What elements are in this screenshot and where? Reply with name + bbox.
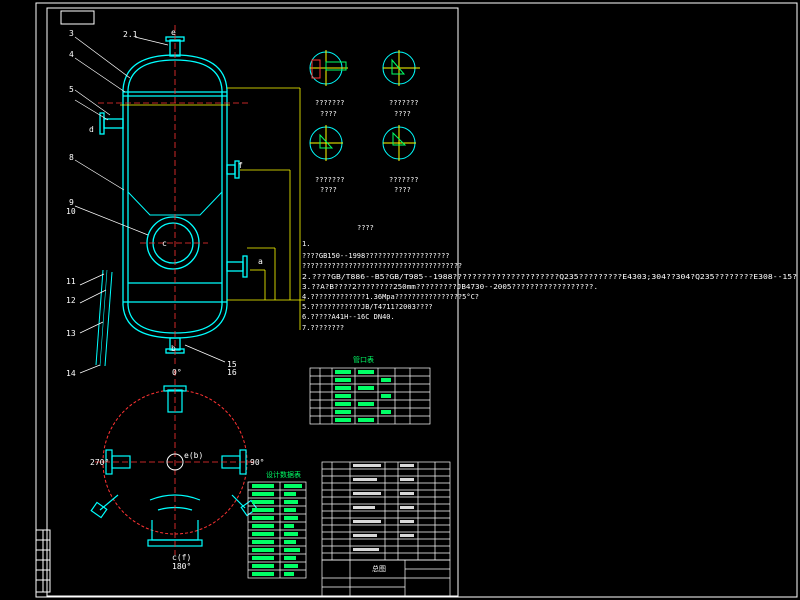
part-label-10: 10 — [66, 207, 76, 216]
nozzle-a — [226, 261, 244, 272]
note-line-4: 2.????GB/T886--B5?GB/T985--1988?????????… — [302, 273, 797, 281]
note-line-7: 5.????????????JB/T4711?2003???? — [302, 303, 433, 311]
drawing-number-box — [60, 10, 95, 25]
technical-notes: ???? 1. ????GB150--1998?????????????????… — [302, 224, 797, 332]
vessel-front-view — [95, 36, 248, 367]
part-label-11: 11 — [66, 277, 76, 286]
part-label-16: 16 — [227, 368, 237, 377]
title-block-name: 总图 — [372, 564, 386, 573]
sheet-border-left — [46, 7, 459, 597]
note-line-1: 1. — [302, 240, 310, 248]
design-table-title: 设计数据表 — [266, 470, 301, 479]
nozzle-table: 管口表 — [309, 355, 431, 425]
nozzle-letter-b: b — [171, 344, 176, 353]
parts-list — [321, 461, 451, 561]
detail-sub-3: ???? — [320, 186, 337, 194]
nozzle-letter-a: a — [258, 257, 263, 266]
note-line-8: 6.?????A41H--16C DN40. — [302, 313, 395, 321]
part-label-3: 3 — [69, 29, 74, 38]
nozzle-f — [226, 164, 236, 175]
detail-sub-4: ???? — [394, 186, 411, 194]
detail-caption-1: ??????? — [315, 99, 345, 107]
plan-angle-bottom: 180° — [172, 562, 191, 571]
detail-sub-1: ???? — [320, 110, 337, 118]
detail-caption-4: ??????? — [389, 176, 419, 184]
note-line-5: 3.??A?B????2????????250mm?????????JB4730… — [302, 283, 598, 291]
nozzle-letter-e: e — [171, 28, 176, 37]
part-label-14: 14 — [66, 369, 76, 378]
plan-angle-right: 90° — [250, 458, 264, 467]
part-label-13: 13 — [66, 329, 76, 338]
plan-angle-left: 270° — [90, 458, 109, 467]
plan-bottom-nozzle-label: c(f) — [172, 553, 191, 562]
note-line-3: ?????????????????????????????????????? — [302, 262, 462, 270]
design-data-table: 设计数据表 — [247, 470, 307, 579]
margin-strip — [35, 529, 51, 593]
part-label-9: 9 — [69, 198, 74, 207]
detail-caption-3: ??????? — [315, 176, 345, 184]
part-label-5: 5 — [69, 85, 74, 94]
detail-sub-2: ???? — [394, 110, 411, 118]
note-line-9: 7.???????? — [302, 324, 344, 332]
nozzle-letter-f: f — [238, 161, 243, 170]
cad-drawing: 3 2.1 4 5 8 9 10 11 12 13 14 15 16 e d f… — [35, 2, 798, 598]
part-label-8: 8 — [69, 153, 74, 162]
part-label-12: 12 — [66, 296, 76, 305]
detail-caption-2: ??????? — [389, 99, 419, 107]
plan-view: 0° 270° 90° 180° e(b) c(f) — [90, 368, 264, 571]
note-line-6: 4.?????????????1.36Mpa????????????????5°… — [302, 293, 479, 301]
nozzle-d — [103, 118, 124, 129]
nozzle-table-title: 管口表 — [353, 355, 374, 364]
notes-heading: ???? — [357, 224, 374, 232]
plan-center-label: e(b) — [184, 451, 203, 460]
leader-lines — [74, 36, 226, 374]
note-line-2: ????GB150--1998???????????????????? — [302, 252, 450, 260]
dimension-lines — [120, 87, 305, 330]
part-label-2-1: 2.1 — [123, 30, 138, 39]
part-label-4: 4 — [69, 50, 74, 59]
nozzle-letter-c: c — [162, 239, 167, 248]
nozzle-letter-d: d — [89, 125, 94, 134]
drawing-canvas: 3 2.1 4 5 8 9 10 11 12 13 14 15 16 e d f… — [0, 0, 800, 600]
title-block: 总图 — [321, 559, 451, 597]
plan-angle-top: 0° — [172, 368, 182, 377]
